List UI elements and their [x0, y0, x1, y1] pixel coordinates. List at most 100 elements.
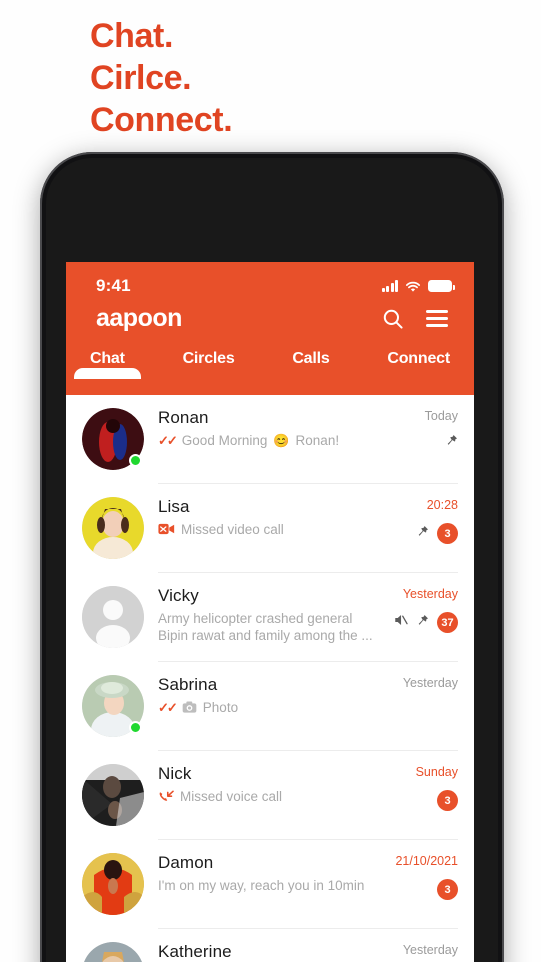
list-item[interactable]: Katherine Yesterday — [66, 929, 474, 962]
meta-icons: 3 — [395, 879, 458, 900]
timestamp: 20:28 — [426, 498, 458, 512]
list-item-body: Nick Missed voice call Sunday 3 — [158, 764, 458, 840]
tab-calls[interactable]: Calls — [292, 350, 329, 378]
message-preview: Missed video call — [158, 522, 410, 540]
unread-badge: 3 — [437, 790, 458, 811]
message-preview: ✓✓ Good Morning 😊 Ronan! — [158, 433, 410, 450]
avatar-image — [82, 497, 144, 559]
timestamp: Today — [424, 409, 458, 423]
pin-icon — [445, 434, 458, 452]
meta-icons: 37 — [393, 612, 458, 633]
missed-video-call-icon — [158, 523, 175, 540]
list-item[interactable]: Damon I'm on my way, reach you in 10min … — [66, 840, 474, 929]
unread-badge: 3 — [437, 523, 458, 544]
list-item-body: Katherine Yesterday — [158, 942, 458, 962]
headline-line-1: Chat. — [90, 17, 174, 55]
status-bar: 9:41 — [66, 262, 474, 296]
list-item[interactable]: Ronan ✓✓ Good Morning 😊 Ronan! Today — [66, 395, 474, 484]
header-actions — [382, 308, 448, 330]
search-icon[interactable] — [382, 308, 404, 330]
unread-badge: 3 — [437, 879, 458, 900]
list-item-body: Sabrina ✓✓ Photo Yesterday — [158, 675, 458, 751]
preview-text: Photo — [202, 700, 239, 715]
meta-icons: 3 — [416, 523, 458, 544]
list-item-meta: Yesterday — [403, 943, 458, 957]
preview-text: Missed video call — [181, 522, 284, 537]
list-item[interactable]: Lisa Missed video call 20:28 3 — [66, 484, 474, 573]
list-item-meta: 21/10/2021 3 — [395, 854, 458, 900]
timestamp: 21/10/2021 — [395, 854, 458, 868]
message-preview: I'm on my way, reach you in 10min — [158, 878, 410, 895]
timestamp: Yesterday — [402, 943, 458, 957]
preview-text: Good Morning — [181, 433, 268, 448]
mute-icon — [393, 613, 408, 632]
meta-icons — [425, 434, 458, 452]
avatar-image — [82, 853, 144, 915]
brand-row: aapoon — [66, 296, 474, 333]
online-indicator — [129, 454, 142, 467]
list-item-meta: Today — [425, 409, 458, 452]
contact-name: Ronan — [158, 408, 209, 427]
battery-full-icon — [428, 280, 455, 292]
contact-name: Nick — [158, 764, 192, 783]
missed-voice-call-icon — [158, 790, 174, 809]
timestamp: Sunday — [415, 765, 458, 779]
pin-icon — [416, 525, 429, 543]
camera-icon — [182, 701, 197, 718]
avatar — [82, 586, 144, 648]
tab-chat[interactable]: Chat — [74, 350, 141, 379]
list-item[interactable]: Nick Missed voice call Sunday 3 — [66, 751, 474, 840]
list-item-meta: Sunday 3 — [416, 765, 458, 811]
list-item-meta: Yesterday — [403, 676, 458, 690]
avatar — [82, 675, 144, 737]
list-item[interactable]: Sabrina ✓✓ Photo Yesterday — [66, 662, 474, 751]
tab-connect[interactable]: Connect — [387, 350, 450, 378]
list-item-body: Vicky Army helicopter crashed general Bi… — [158, 586, 458, 662]
app-screen: 9:41 aapoon Chat Circles Calls Connect R… — [66, 262, 474, 962]
meta-icons: 3 — [416, 790, 458, 811]
preview-text-suffix: Ronan! — [295, 433, 340, 448]
preview-text: Army helicopter crashed general Bipin ra… — [158, 611, 373, 643]
headline-line-3: Connect. — [90, 100, 233, 139]
list-item-body: Ronan ✓✓ Good Morning 😊 Ronan! Today — [158, 408, 458, 484]
promo-screenshot: Chat. Cirlce. Connect. 9:41 aapoon Chat … — [0, 0, 541, 962]
wifi-icon — [405, 280, 421, 292]
status-time: 9:41 — [96, 276, 131, 295]
avatar — [82, 942, 144, 962]
avatar-image — [82, 586, 144, 648]
avatar-image — [82, 764, 144, 826]
tab-circles[interactable]: Circles — [183, 350, 235, 378]
message-preview: Army helicopter crashed general Bipin ra… — [158, 611, 410, 645]
hamburger-menu-icon[interactable] — [426, 310, 448, 327]
smiley-emoji-icon: 😊 — [273, 433, 290, 448]
avatar — [82, 764, 144, 826]
list-item-body: Lisa Missed video call 20:28 3 — [158, 497, 458, 573]
preview-text: Missed voice call — [180, 789, 283, 804]
list-item-meta: Yesterday 37 — [393, 587, 458, 633]
read-receipt-icon: ✓✓ — [158, 433, 178, 448]
tab-bar: Chat Circles Calls Connect — [66, 333, 474, 379]
cellular-signal-icon — [381, 280, 398, 292]
unread-badge: 37 — [437, 612, 458, 633]
read-receipt-icon: ✓✓ — [158, 700, 178, 715]
timestamp: Yesterday — [402, 676, 458, 690]
app-header: 9:41 aapoon Chat Circles Calls Connect — [66, 262, 474, 395]
online-indicator — [129, 721, 142, 734]
preview-text: I'm on my way, reach you in 10min — [158, 878, 365, 893]
message-preview: Missed voice call — [158, 789, 410, 809]
avatar — [82, 408, 144, 470]
list-item-meta: 20:28 3 — [416, 498, 458, 544]
avatar — [82, 853, 144, 915]
list-item-body: Damon I'm on my way, reach you in 10min … — [158, 853, 458, 929]
pin-icon — [416, 614, 429, 632]
status-icons — [381, 280, 455, 292]
contact-name: Lisa — [158, 497, 190, 516]
timestamp: Yesterday — [402, 587, 458, 601]
list-item[interactable]: Vicky Army helicopter crashed general Bi… — [66, 573, 474, 662]
message-preview: ✓✓ Photo — [158, 700, 410, 718]
headline-line-2: Cirlce. — [90, 58, 192, 97]
chat-list: Ronan ✓✓ Good Morning 😊 Ronan! Today Lis… — [66, 395, 474, 962]
avatar-image — [82, 942, 144, 962]
avatar — [82, 497, 144, 559]
app-logo: aapoon — [96, 304, 182, 332]
